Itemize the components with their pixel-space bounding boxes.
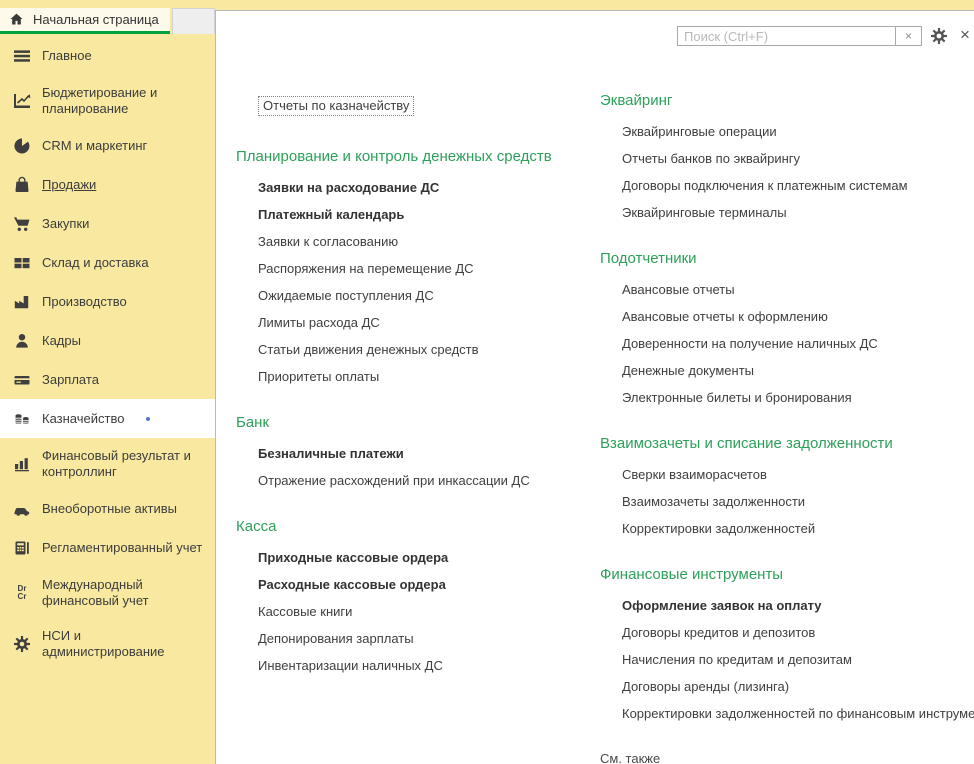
sidebar-item-purchases[interactable]: Закупки	[0, 204, 215, 243]
warehouse-icon	[12, 253, 32, 273]
link-item[interactable]: Начисления по кредитам и депозитам	[622, 653, 974, 667]
bar-chart-icon	[12, 454, 32, 474]
section-header-cash[interactable]: Касса	[236, 518, 596, 535]
sidebar-item-payroll[interactable]: Зарплата	[0, 360, 215, 399]
section-header-financial-instruments[interactable]: Финансовые инструменты	[600, 566, 974, 583]
link-item[interactable]: Эквайринговые операции	[622, 125, 974, 139]
link-item[interactable]: Авансовые отчеты к оформлению	[622, 310, 974, 324]
content-column-right: Эквайринг Эквайринговые операции Отчеты …	[600, 92, 974, 764]
link-item[interactable]: Кассовые книги	[258, 605, 596, 619]
tab-home-label: Начальная страница	[33, 12, 159, 27]
sidebar-item-main[interactable]: Главное	[0, 36, 215, 75]
sidebar-item-warehouse[interactable]: Склад и доставка	[0, 243, 215, 282]
sidebar-item-regulated-accounting[interactable]: Регламентированный учет	[0, 528, 215, 567]
link-item[interactable]: Авансовые отчеты	[622, 283, 974, 297]
link-item[interactable]: Договоры кредитов и депозитов	[622, 626, 974, 640]
link-item[interactable]: Эквайринговые терминалы	[622, 206, 974, 220]
link-item[interactable]: Договоры подключения к платежным система…	[622, 179, 974, 193]
calculator-icon	[12, 538, 32, 558]
search-clear-button[interactable]: ×	[896, 26, 922, 46]
link-item[interactable]: Доверенности на получение наличных ДС	[622, 337, 974, 351]
link-item[interactable]: Корректировки задолженностей	[622, 522, 974, 536]
link-item[interactable]: Распоряжения на перемещение ДС	[258, 262, 596, 276]
sidebar-item-noncurrent-assets[interactable]: Внеоборотные активы	[0, 489, 215, 528]
link-item[interactable]: Корректировки задолженностей по финансов…	[622, 707, 974, 721]
sidebar-item-budgeting[interactable]: Бюджетирование и планирование	[0, 75, 215, 126]
shopping-bag-icon	[12, 175, 32, 195]
link-item[interactable]: Инвентаризации наличных ДС	[258, 659, 596, 673]
reports-row: Отчеты по казначейству	[236, 96, 596, 116]
sidebar: Главное Бюджетирование и планирование CR…	[0, 36, 215, 764]
cart-icon	[12, 214, 32, 234]
gear-icon	[12, 634, 32, 654]
link-item[interactable]: Отражение расхождений при инкассации ДС	[258, 474, 596, 488]
treasury-marker-dot	[146, 417, 150, 421]
link-item[interactable]: Расходные кассовые ордера	[258, 578, 596, 592]
payroll-card-icon	[12, 370, 32, 390]
section-header-planning[interactable]: Планирование и контроль денежных средств	[236, 148, 596, 165]
sidebar-item-crm[interactable]: CRM и маркетинг	[0, 126, 215, 165]
link-item[interactable]: Статьи движения денежных средств	[258, 343, 596, 357]
content-column-left: Отчеты по казначейству Планирование и ко…	[236, 96, 596, 686]
tab-stub[interactable]	[172, 8, 215, 34]
planning-chart-icon	[12, 91, 32, 111]
link-item[interactable]: Ожидаемые поступления ДС	[258, 289, 596, 303]
search-area: ×	[677, 26, 922, 46]
link-item[interactable]: Платежный календарь	[258, 208, 596, 222]
link-item[interactable]: Отчеты банков по эквайрингу	[622, 152, 974, 166]
home-icon	[9, 12, 24, 27]
settings-gear-icon[interactable]	[930, 27, 948, 45]
link-item[interactable]: Денежные документы	[622, 364, 974, 378]
pie-chart-icon	[12, 136, 32, 156]
link-item[interactable]: Приоритеты оплаты	[258, 370, 596, 384]
sidebar-item-sales[interactable]: Продажи	[0, 165, 215, 204]
person-icon	[12, 331, 32, 351]
link-item[interactable]: Безналичные платежи	[258, 447, 596, 461]
link-item[interactable]: Депонирования зарплаты	[258, 632, 596, 646]
sidebar-item-master-data[interactable]: НСИ и администрирование	[0, 618, 215, 669]
see-also-link[interactable]: См. также	[600, 751, 974, 764]
link-item[interactable]: Оформление заявок на оплату	[622, 599, 974, 613]
menu-icon	[12, 46, 32, 66]
search-input[interactable]	[677, 26, 896, 46]
section-header-accountable-persons[interactable]: Подотчетники	[600, 250, 974, 267]
link-item[interactable]: Заявки к согласованию	[258, 235, 596, 249]
car-icon	[12, 499, 32, 519]
sidebar-item-treasury[interactable]: Казначейство	[0, 399, 215, 438]
coins-icon	[12, 409, 32, 429]
tab-home[interactable]: Начальная страница	[0, 8, 170, 34]
link-item[interactable]: Заявки на расходование ДС	[258, 181, 596, 195]
factory-icon	[12, 292, 32, 312]
link-item[interactable]: Сверки взаиморасчетов	[622, 468, 974, 482]
drcr-icon: DrCr	[12, 583, 32, 603]
sidebar-item-production[interactable]: Производство	[0, 282, 215, 321]
section-header-acquiring[interactable]: Эквайринг	[600, 92, 974, 109]
treasury-reports-link[interactable]: Отчеты по казначейству	[258, 96, 414, 116]
section-header-bank[interactable]: Банк	[236, 414, 596, 431]
close-icon[interactable]: ×	[957, 24, 973, 46]
link-item[interactable]: Электронные билеты и бронирования	[622, 391, 974, 405]
link-item[interactable]: Лимиты расхода ДС	[258, 316, 596, 330]
section-header-offsets[interactable]: Взаимозачеты и списание задолженности	[600, 435, 974, 452]
sidebar-item-finresult[interactable]: Финансовый результат и контроллинг	[0, 438, 215, 489]
link-item[interactable]: Приходные кассовые ордера	[258, 551, 596, 565]
sidebar-item-ifrs[interactable]: DrCr Международный финансовый учет	[0, 567, 215, 618]
link-item[interactable]: Договоры аренды (лизинга)	[622, 680, 974, 694]
link-item[interactable]: Взаимозачеты задолженности	[622, 495, 974, 509]
sidebar-item-hr[interactable]: Кадры	[0, 321, 215, 360]
